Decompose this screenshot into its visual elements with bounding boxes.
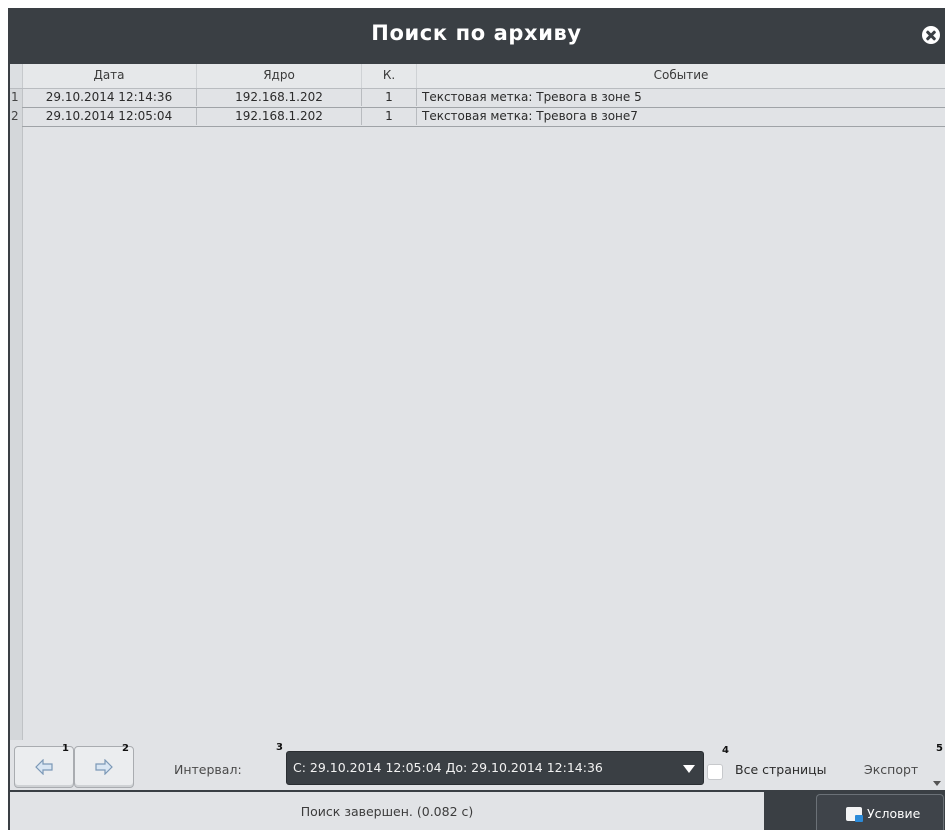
export-dropdown-icon[interactable] xyxy=(933,781,941,786)
callout-badge: 3 xyxy=(276,742,283,753)
all-pages-label[interactable]: Все страницы xyxy=(735,762,827,777)
export-button[interactable]: Экспорт xyxy=(864,762,918,777)
row-divider xyxy=(22,126,945,127)
column-header-event[interactable]: Событие xyxy=(417,64,945,88)
interval-value: С: 29.10.2014 12:05:04 До: 29.10.2014 12… xyxy=(293,760,603,775)
table-header: Дата Ядро К. Событие xyxy=(10,64,945,89)
row-index: 1 xyxy=(11,90,19,104)
status-box: Поиск завершен. (0.082 с) xyxy=(10,792,764,830)
cell-event: Текстовая метка: Тревога в зоне7 xyxy=(422,109,638,123)
cell-core: 192.168.1.202 xyxy=(197,108,362,125)
row-number-strip xyxy=(10,89,23,779)
table-row[interactable]: 2 29.10.2014 12:05:04 192.168.1.202 1 Те… xyxy=(10,108,945,126)
condition-icon xyxy=(846,807,863,822)
arrow-right-icon xyxy=(95,759,113,775)
arrow-left-icon xyxy=(35,759,53,775)
cell-date: 29.10.2014 12:14:36 xyxy=(22,89,197,106)
condition-button[interactable]: Условие xyxy=(816,794,944,830)
window-title: Поиск по архиву xyxy=(371,21,582,45)
cell-date: 29.10.2014 12:05:04 xyxy=(22,108,197,125)
condition-button-label: Условие xyxy=(867,806,921,821)
dropdown-arrow-icon xyxy=(683,765,695,773)
cell-core: 192.168.1.202 xyxy=(197,89,362,106)
cell-k: 1 xyxy=(362,108,417,125)
callout-badge: 4 xyxy=(722,745,729,756)
table-row[interactable]: 1 29.10.2014 12:14:36 192.168.1.202 1 Те… xyxy=(10,89,945,107)
callout-badge: 5 xyxy=(936,743,943,754)
cell-event: Текстовая метка: Тревога в зоне 5 xyxy=(422,90,642,104)
callout-badge: 2 xyxy=(122,743,129,754)
column-header-core[interactable]: Ядро xyxy=(197,64,362,88)
all-pages-checkbox[interactable] xyxy=(707,764,723,780)
interval-label: Интервал: xyxy=(174,762,242,777)
interval-dropdown[interactable]: С: 29.10.2014 12:05:04 До: 29.10.2014 12… xyxy=(286,751,704,785)
archive-search-window: Поиск по архиву Дата Ядро К. Событие 1 2… xyxy=(8,8,945,830)
results-panel: Дата Ядро К. Событие 1 29.10.2014 12:14:… xyxy=(10,64,945,796)
column-header-date[interactable]: Дата xyxy=(22,64,197,88)
column-header-k[interactable]: К. xyxy=(362,64,417,88)
bottom-toolbar: 1 2 Интервал: 3 С: 29.10.2014 12:05:04 Д… xyxy=(10,740,943,790)
callout-badge: 1 xyxy=(62,743,69,754)
statusbar: Поиск завершен. (0.082 с) Условие xyxy=(8,790,945,830)
row-index: 2 xyxy=(11,109,19,123)
status-text: Поиск завершен. (0.082 с) xyxy=(300,804,474,819)
close-icon[interactable] xyxy=(922,26,940,44)
titlebar: Поиск по архиву xyxy=(8,8,945,64)
cell-k: 1 xyxy=(362,89,417,106)
